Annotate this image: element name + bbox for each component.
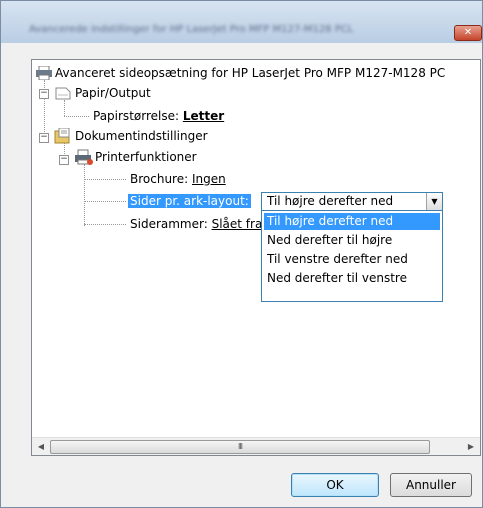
tree-connector: [84, 224, 126, 225]
tree-item-paper-output[interactable]: Papir/Output: [75, 85, 151, 101]
page-borders-label: Siderammer:: [130, 217, 208, 231]
collapse-toggle[interactable]: −: [59, 155, 69, 165]
collapse-toggle[interactable]: −: [39, 133, 49, 143]
tree-item-printer-features[interactable]: Printerfunktioner: [95, 149, 197, 165]
close-icon: ✕: [463, 27, 473, 38]
window-title: Avancerede indstillinger for HP LaserJet…: [29, 24, 354, 35]
tree-item-page-borders[interactable]: Siderammer: Slået fra: [130, 216, 262, 232]
scroll-thumb[interactable]: III: [50, 440, 430, 454]
dropdown-option[interactable]: Ned derefter til højre: [264, 232, 440, 249]
dropdown-option[interactable]: Til højre derefter ned: [264, 213, 440, 230]
page-borders-value[interactable]: Slået fra: [212, 217, 263, 231]
combobox-selected-value: Til højre derefter ned: [267, 194, 394, 208]
paper-size-label: Papirstørrelse:: [93, 109, 180, 123]
horizontal-scrollbar[interactable]: ◀ III ▶: [32, 437, 480, 455]
document-settings-icon: [54, 127, 72, 147]
tree-item-pages-per-sheet-layout[interactable]: Sider pr. ark-layout:: [128, 193, 251, 209]
tree-connector: [84, 164, 85, 226]
printer-features-icon: [75, 149, 93, 168]
options-tree[interactable]: Avanceret sideopsætning for HP LaserJet …: [31, 59, 481, 456]
dropdown-option[interactable]: Ned derefter til venstre: [264, 270, 440, 287]
advanced-options-dialog: Avancerede indstillinger for HP LaserJet…: [0, 0, 483, 508]
close-button[interactable]: ✕: [454, 25, 482, 41]
dropdown-option[interactable]: Til venstre derefter ned: [264, 251, 440, 268]
chevron-down-icon[interactable]: ▼: [426, 193, 442, 211]
tree-item-document-options[interactable]: Dokumentindstillinger: [75, 128, 208, 144]
brochure-label: Brochure:: [130, 172, 189, 186]
paper-size-value[interactable]: Letter: [183, 109, 224, 123]
tree-connector: [64, 116, 89, 117]
tree-item-brochure[interactable]: Brochure: Ingen: [130, 171, 226, 187]
layout-dropdown-list: Til højre derefter ned Ned derefter til …: [261, 210, 443, 302]
scroll-left-arrow-icon[interactable]: ◀: [33, 438, 49, 455]
ok-button[interactable]: OK: [291, 473, 379, 497]
layout-combobox[interactable]: Til højre derefter ned ▼: [261, 192, 443, 212]
brochure-value[interactable]: Ingen: [192, 172, 226, 186]
title-bar: Avancerede indstillinger for HP LaserJet…: [1, 1, 482, 43]
collapse-toggle[interactable]: −: [39, 89, 49, 99]
scroll-right-arrow-icon[interactable]: ▶: [463, 438, 479, 455]
paper-icon: [54, 86, 72, 103]
cancel-button[interactable]: Annuller: [390, 473, 472, 497]
tree-item-paper-size[interactable]: Papirstørrelse: Letter: [93, 108, 224, 124]
tree-root[interactable]: Avanceret sideopsætning for HP LaserJet …: [55, 65, 445, 81]
pages-per-sheet-layout-label: Sider pr. ark-layout:: [128, 194, 251, 208]
tree-connector: [84, 179, 126, 180]
tree-connector: [84, 201, 126, 202]
